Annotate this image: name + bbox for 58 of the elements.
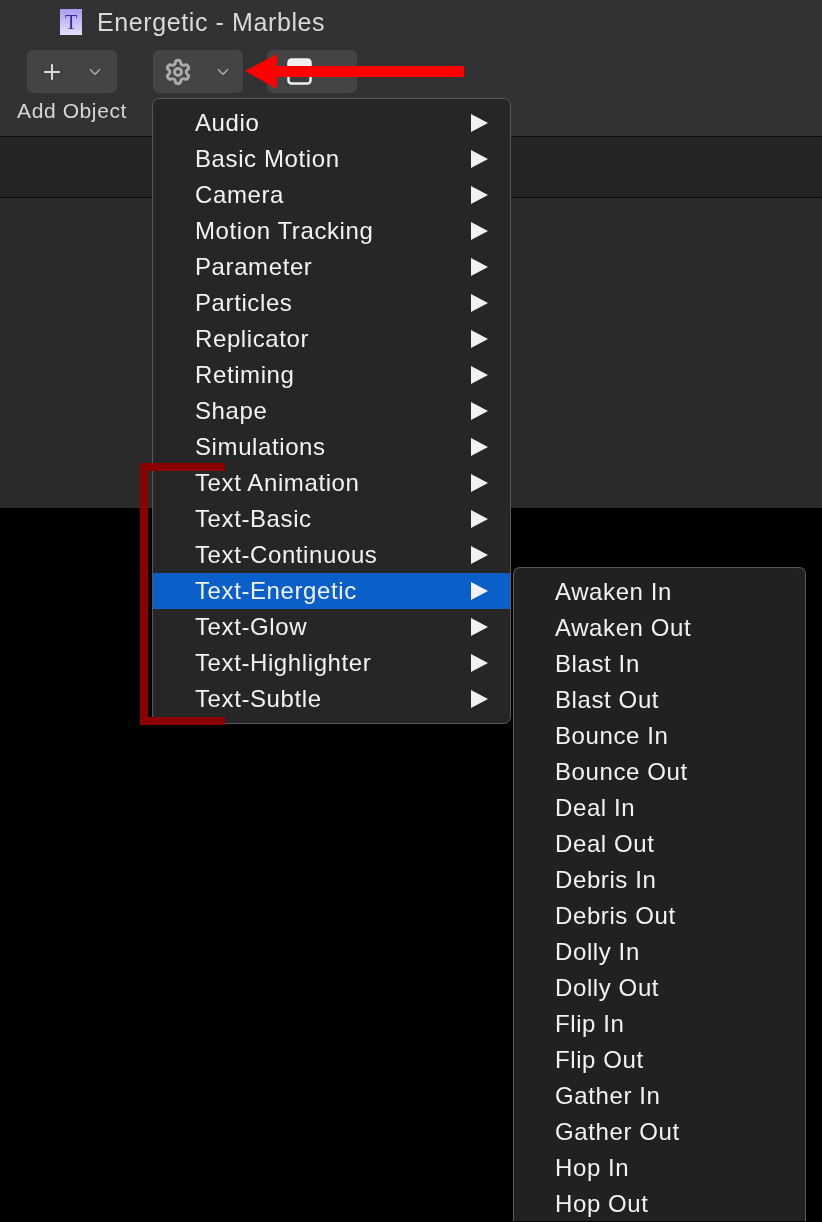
menu-item[interactable]: Text-Highlighter [153,645,510,681]
menu-item[interactable]: Text Animation [153,465,510,501]
menu-item[interactable]: Text-Glow [153,609,510,645]
menu-item[interactable]: Deal In [514,790,805,826]
menu-item[interactable]: Particles [153,285,510,321]
submenu-arrow-icon [471,474,488,492]
menu-item[interactable]: Bounce In [514,718,805,754]
submenu-arrow-icon [471,150,488,168]
add-button[interactable] [27,50,117,93]
menu-item[interactable]: Hop Out [514,1186,805,1222]
submenu-arrow-icon [471,114,488,132]
menu-item[interactable]: Dolly In [514,934,805,970]
menu-item[interactable]: Text-Basic [153,501,510,537]
submenu-arrow-icon [471,654,488,672]
menu-item[interactable]: Gather Out [514,1114,805,1150]
menu-item[interactable]: Gather In [514,1078,805,1114]
menu-item[interactable]: Simulations [153,429,510,465]
menu-item[interactable]: Motion Tracking [153,213,510,249]
text-document-icon: T [60,9,82,35]
menu-item[interactable]: Text-Subtle [153,681,510,717]
menu-item[interactable]: Dolly Out [514,970,805,1006]
submenu-arrow-icon [471,366,488,384]
menu-item[interactable]: Basic Motion [153,141,510,177]
toolbar-label: Add Object [17,99,127,123]
submenu-arrow-icon [471,546,488,564]
submenu-arrow-icon [471,330,488,348]
menu-item[interactable]: Hop In [514,1150,805,1186]
submenu-arrow-icon [471,438,488,456]
menu-item[interactable]: Camera [153,177,510,213]
menu-item[interactable]: Awaken Out [514,610,805,646]
menu-item[interactable]: Replicator [153,321,510,357]
settings-icon [164,57,192,86]
menu-item[interactable]: Audio [153,105,510,141]
menu-item[interactable]: Flip In [514,1006,805,1042]
submenu-arrow-icon [471,582,488,600]
submenu-arrow-icon [471,690,488,708]
menu-item[interactable]: Debris In [514,862,805,898]
menu-item[interactable]: Retiming [153,357,510,393]
submenu-arrow-icon [471,510,488,528]
submenu-arrow-icon [471,258,488,276]
settings-button[interactable] [153,50,243,93]
menu-item[interactable]: Parameter [153,249,510,285]
menu-item[interactable]: Shape [153,393,510,429]
menu-item[interactable]: Debris Out [514,898,805,934]
menu-item[interactable]: Text-Energetic [153,573,510,609]
menu-item[interactable]: Bounce Out [514,754,805,790]
window-title: Energetic - Marbles [97,7,326,37]
submenu-arrow-icon [471,186,488,204]
menu-item[interactable]: Blast In [514,646,805,682]
menu-item[interactable]: Blast Out [514,682,805,718]
menu-item[interactable]: Text-Continuous [153,537,510,573]
submenu-arrow-icon [471,294,488,312]
menu-item[interactable]: Awaken In [514,574,805,610]
menu-item[interactable]: Deal Out [514,826,805,862]
submenu-arrow-icon [471,618,488,636]
submenu-arrow-icon [471,402,488,420]
submenu-arrow-icon [471,222,488,240]
menu-item[interactable]: Flip Out [514,1042,805,1078]
